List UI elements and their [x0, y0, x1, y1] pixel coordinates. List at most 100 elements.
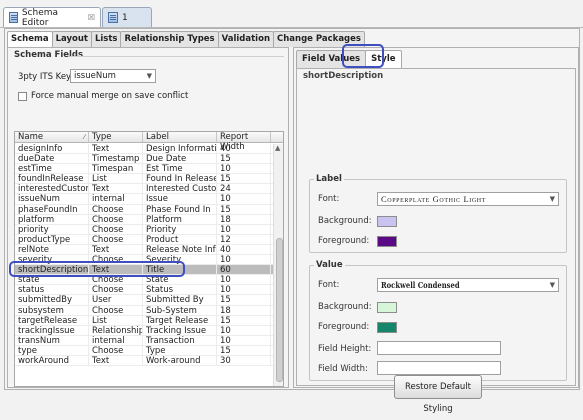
cell-type: List — [89, 315, 143, 325]
editor-tab-1[interactable]: 1 — [102, 7, 152, 27]
panel-title: Schema Fields — [14, 50, 84, 60]
cell-report-width: 15 — [217, 345, 271, 355]
value-foreground-swatch[interactable] — [377, 322, 397, 333]
label-font-label: Font: — [318, 194, 340, 204]
cell-report-width: 10 — [217, 335, 271, 345]
cell-report-width: 10 — [217, 325, 271, 335]
editor-tab-label: Schema Editor — [21, 7, 59, 28]
its-key-label: 3pty ITS Key: — [18, 72, 74, 82]
label-style-group: Label Font: Copperplate Gothic Light ▼ B… — [309, 174, 567, 253]
table-row[interactable]: dueDate Timestamp Due Date 15 — [15, 154, 273, 165]
table-row[interactable]: platform Choose Platform 18 — [15, 214, 273, 225]
field-width-label: Field Width: — [318, 364, 368, 374]
force-merge-checkbox[interactable] — [18, 91, 27, 101]
cell-type: Choose — [89, 305, 143, 315]
chevron-up-icon[interactable]: ▲ — [275, 144, 280, 152]
value-font-label: Font: — [318, 280, 340, 290]
schema-editor-icon — [9, 12, 18, 23]
column-header-report-width[interactable]: Report Width — [217, 132, 271, 152]
table-row[interactable]: type Choose Type 15 — [15, 345, 273, 356]
table-row[interactable]: priority Choose Priority 10 — [15, 224, 273, 235]
cell-type: Choose — [89, 214, 143, 224]
table-row[interactable]: targetRelease List Target Release 15 — [15, 315, 273, 326]
cell-label: Issue — [143, 194, 217, 204]
cell-report-width: 40 — [217, 244, 271, 255]
table-scrollbar[interactable]: ▲ — [273, 144, 283, 386]
cell-label: Type — [143, 345, 217, 355]
tab-style[interactable]: Style — [365, 50, 402, 68]
tab-lists[interactable]: Lists — [90, 31, 122, 47]
group-title: Value — [314, 260, 345, 270]
cell-name: transNum — [15, 335, 89, 345]
force-merge-row[interactable]: Force manual merge on save conflict — [18, 91, 188, 101]
table-row[interactable]: transNum internal Transaction 10 — [15, 335, 273, 346]
table-row[interactable]: subsystem Choose Sub-System 18 — [15, 305, 273, 316]
scrollbar-thumb[interactable] — [276, 238, 283, 382]
column-header-name[interactable]: Name ⁄ — [15, 132, 89, 142]
style-panel: shortDescription Label Font: Copperplate… — [296, 68, 576, 386]
restore-default-styling-button[interactable]: Restore Default Styling — [394, 375, 482, 414]
cell-report-width: 18 — [217, 214, 271, 224]
table-row[interactable]: phaseFoundIn Choose Phase Found In 15 — [15, 204, 273, 215]
properties-tab-bar: Field Values Style — [296, 50, 402, 68]
table-row[interactable]: shortDescription Text Title 60 — [15, 265, 273, 276]
cell-name: subsystem — [15, 305, 89, 315]
cell-type: Timespan — [89, 164, 143, 174]
cell-type: Text — [89, 184, 143, 194]
label-background-swatch[interactable] — [377, 216, 397, 227]
cell-report-width: 10 — [217, 194, 271, 204]
cell-label: Found In Release — [143, 174, 217, 184]
cell-type: Choose — [89, 285, 143, 295]
editor-tab-schema[interactable]: Schema Editor ☒ — [3, 7, 101, 28]
field-height-input[interactable] — [377, 341, 501, 355]
cell-report-width: 18 — [217, 305, 271, 315]
value-background-swatch[interactable] — [377, 302, 397, 313]
value-foreground-label: Foreground: — [318, 322, 370, 332]
its-key-select[interactable]: issueNum ▼ — [70, 69, 156, 83]
cell-type: Timestamp — [89, 154, 143, 164]
tab-schema[interactable]: Schema — [7, 31, 53, 47]
cell-type: Choose — [89, 255, 143, 265]
cell-name: interestedCustomer — [15, 184, 89, 194]
cell-type: Choose — [89, 224, 143, 234]
cell-type: Text — [89, 144, 143, 154]
label-foreground-swatch[interactable] — [377, 236, 397, 247]
table-row[interactable]: relNote Text Release Note Info 40 — [15, 244, 273, 256]
tab-relationship-types[interactable]: Relationship Types — [120, 31, 219, 47]
table-row[interactable]: interestedCustomerTextInterested Custom.… — [15, 184, 273, 195]
value-font-select[interactable]: Rockwell Condensed ▼ — [377, 278, 559, 292]
table-row[interactable]: trackingIssue Relationship Tracking Issue 1… — [15, 325, 273, 336]
close-icon[interactable]: ☒ — [88, 13, 95, 22]
cell-type: Relationship — [89, 325, 143, 335]
value-style-group: Value Font: Rockwell Condensed ▼ Backgro… — [309, 260, 567, 381]
table-row[interactable]: status Choose Status 10 — [15, 285, 273, 296]
label-font-select[interactable]: Copperplate Gothic Light ▼ — [377, 192, 559, 206]
label-font-value: Copperplate Gothic Light — [381, 194, 486, 204]
cell-type: Choose — [89, 275, 143, 285]
table-row[interactable]: state Choose State 10 — [15, 275, 273, 286]
table-row[interactable]: estTime Timespan Est Time 10 — [15, 164, 273, 175]
cell-name: issueNum — [15, 194, 89, 204]
column-header-label[interactable]: Label — [143, 132, 217, 142]
cell-report-width: 10 — [217, 285, 271, 295]
table-row[interactable]: issueNum internal Issue 10 — [15, 194, 273, 205]
table-row[interactable]: severity Choose Severity 10 — [15, 255, 273, 266]
cell-report-width: 15 — [217, 154, 271, 164]
tab-change-packages[interactable]: Change Packages — [273, 31, 365, 47]
tab-validation[interactable]: Validation — [217, 31, 274, 47]
table-row[interactable]: foundInRelease List Found In Release 15 — [15, 174, 273, 185]
tab-field-values[interactable]: Field Values — [296, 50, 367, 68]
label-background-label: Background: — [318, 216, 372, 226]
cell-name: designInfo — [15, 144, 89, 154]
tab-layout[interactable]: Layout — [51, 31, 92, 47]
table-row[interactable]: submittedBy User Submitted By 15 — [15, 295, 273, 306]
schema-fields-table: Name ⁄ Type Label Report Width designInf… — [14, 131, 284, 387]
column-header-type[interactable]: Type — [89, 132, 143, 142]
field-width-input[interactable] — [377, 361, 501, 375]
table-row[interactable]: designInfoTextDesign Information40 — [15, 144, 273, 155]
table-row[interactable]: productType Choose Product 12 — [15, 234, 273, 245]
cell-report-width: 60 — [217, 265, 271, 275]
cell-label: State — [143, 275, 217, 285]
cell-name: trackingIssue — [15, 325, 89, 335]
table-row[interactable]: workAround Text Work-around 30 — [15, 355, 273, 367]
